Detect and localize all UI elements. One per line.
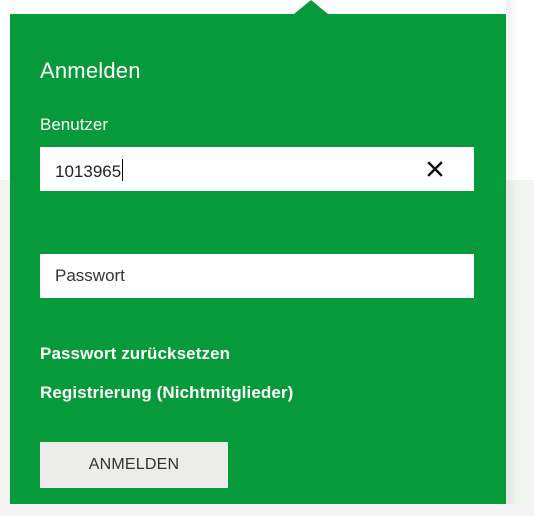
login-panel: Anmelden Benutzer 1013965 Passwort Passw… [10, 14, 506, 504]
page-bottom-strip [0, 504, 534, 516]
password-field[interactable]: Passwort [40, 254, 474, 298]
username-field[interactable]: 1013965 [40, 147, 474, 191]
login-button[interactable]: ANMELDEN [40, 442, 228, 488]
login-title: Anmelden [40, 58, 141, 83]
text-cursor [122, 159, 124, 181]
username-value: 1013965 [55, 159, 124, 182]
close-icon[interactable] [424, 158, 446, 180]
panel-caret [294, 0, 328, 14]
password-placeholder: Passwort [55, 266, 125, 285]
reset-password-link[interactable]: Passwort zurücksetzen [40, 344, 230, 364]
panel-shadow [506, 0, 518, 516]
username-label: Benutzer [40, 115, 109, 134]
register-link[interactable]: Registrierung (Nichtmitglieder) [40, 383, 293, 403]
username-text: 1013965 [55, 162, 122, 181]
